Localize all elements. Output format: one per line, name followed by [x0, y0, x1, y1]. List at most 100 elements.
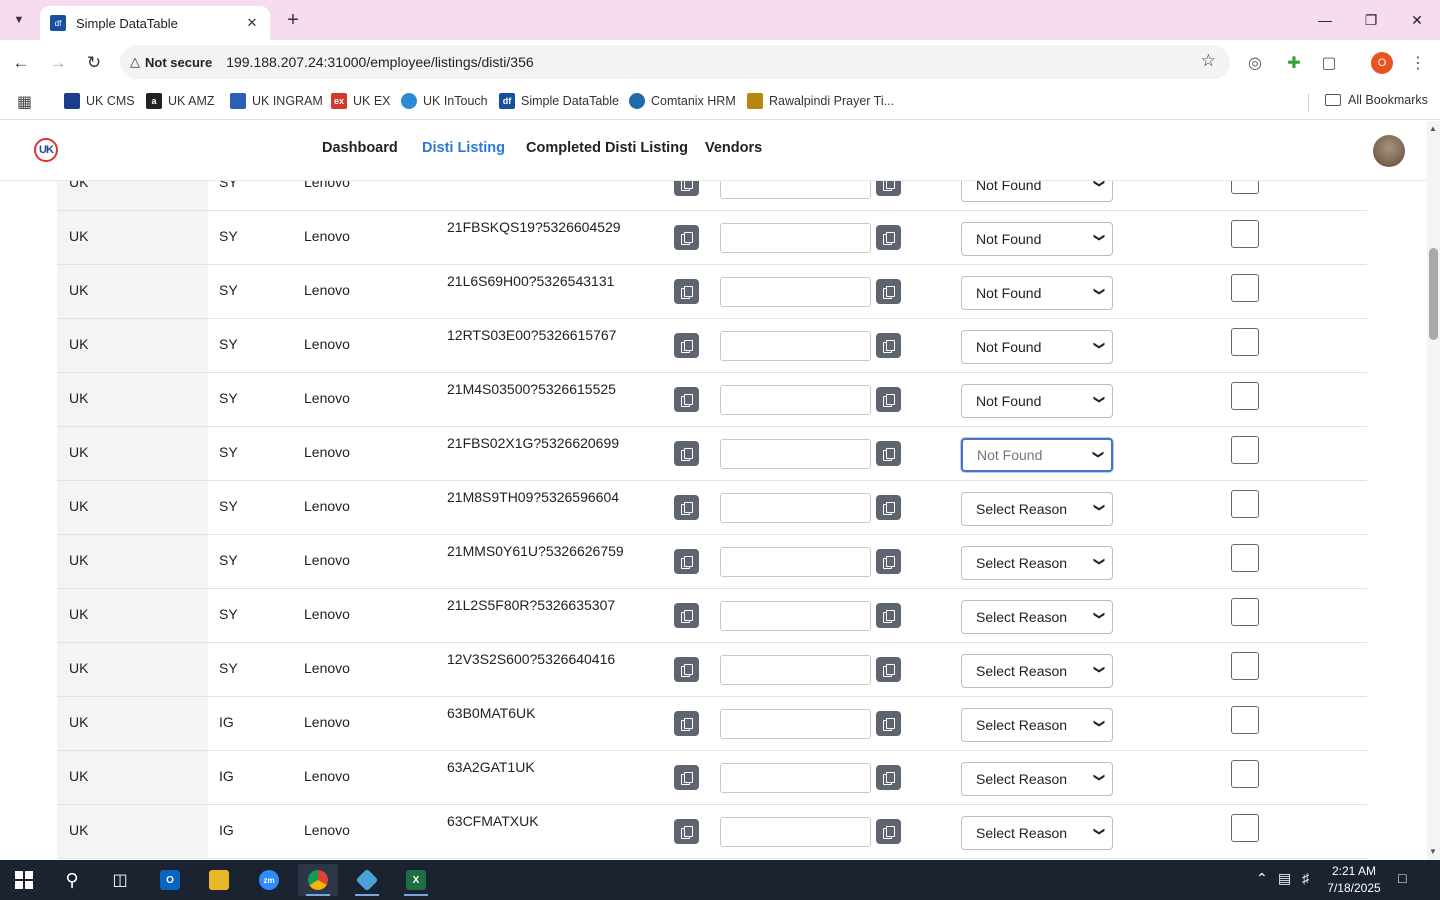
forward-arrow-icon[interactable]: → — [45, 50, 71, 76]
row-checkbox[interactable] — [1231, 544, 1259, 572]
paste-button[interactable] — [876, 225, 901, 250]
copy-sku-button[interactable] — [674, 819, 699, 844]
row-checkbox[interactable] — [1231, 436, 1259, 464]
paste-button[interactable] — [876, 495, 901, 520]
chrome-icon[interactable] — [298, 864, 338, 896]
nav-dashboard[interactable]: Dashboard — [322, 140, 398, 156]
bookmark-simple-datatable[interactable]: df Simple DataTable — [499, 93, 619, 109]
uk-logo[interactable]: UK — [34, 138, 58, 162]
nav-completed-disti-listing[interactable]: Completed Disti Listing — [526, 140, 688, 156]
copy-sku-button[interactable] — [674, 387, 699, 412]
search-icon[interactable]: ⚲ — [52, 864, 92, 896]
bookmark-uk-cms[interactable]: UK CMS — [64, 93, 135, 109]
reason-select[interactable]: Not Found ❯ — [961, 222, 1113, 256]
nav-disti-listing[interactable]: Disti Listing — [422, 140, 505, 156]
reason-select[interactable]: Select Reason ❯ — [961, 762, 1113, 796]
row-checkbox[interactable] — [1231, 652, 1259, 680]
outlook-icon[interactable]: O — [150, 864, 190, 896]
scroll-down-arrow-icon[interactable]: ▼ — [1429, 847, 1437, 856]
paste-button[interactable] — [876, 657, 901, 682]
nav-vendors[interactable]: Vendors — [705, 140, 762, 156]
file-explorer-icon[interactable] — [199, 864, 239, 896]
row-checkbox[interactable] — [1231, 382, 1259, 410]
bookmark-uk-ex[interactable]: ex UK EX — [331, 93, 391, 109]
link-input[interactable] — [720, 493, 871, 523]
paste-button[interactable] — [876, 279, 901, 304]
task-view-icon[interactable]: ◫ — [100, 864, 140, 896]
link-input[interactable] — [720, 223, 871, 253]
tab-search-chevron-icon[interactable]: ▼ — [6, 8, 32, 32]
excel-icon[interactable]: X — [396, 864, 436, 896]
browser-tab[interactable]: df Simple DataTable ✕ — [40, 6, 270, 40]
bookmark-comtanix-hrm[interactable]: Comtanix HRM — [629, 93, 736, 109]
copy-sku-button[interactable] — [674, 495, 699, 520]
row-checkbox[interactable] — [1231, 814, 1259, 842]
page-scrollbar[interactable]: ▲ ▼ — [1427, 121, 1440, 860]
reason-select[interactable]: Not Found ❯ — [961, 276, 1113, 310]
copy-sku-button[interactable] — [674, 549, 699, 574]
bookmark-prayer-times[interactable]: Rawalpindi Prayer Ti... — [747, 93, 894, 109]
url-text[interactable]: 199.188.207.24:31000/employee/listings/d… — [226, 54, 533, 70]
bookmark-uk-amz[interactable]: a UK AMZ — [146, 93, 215, 109]
profile-avatar[interactable]: O — [1371, 52, 1393, 74]
link-input[interactable] — [720, 277, 871, 307]
copy-sku-button[interactable] — [674, 441, 699, 466]
row-checkbox[interactable] — [1231, 220, 1259, 248]
link-input[interactable] — [720, 331, 871, 361]
scroll-up-arrow-icon[interactable]: ▲ — [1429, 124, 1437, 133]
link-input[interactable] — [720, 763, 871, 793]
minimize-icon[interactable]: — — [1302, 6, 1348, 34]
reason-select[interactable]: Not Found ❯ — [961, 438, 1113, 472]
all-bookmarks-button[interactable]: All Bookmarks — [1325, 93, 1428, 107]
reason-select[interactable]: Select Reason ❯ — [961, 492, 1113, 526]
apps-grid-icon[interactable]: ▦ — [17, 92, 32, 112]
reason-select[interactable]: Select Reason ❯ — [961, 708, 1113, 742]
bookmark-uk-ingram[interactable]: UK INGRAM — [230, 93, 323, 109]
paste-button[interactable] — [876, 333, 901, 358]
copy-sku-button[interactable] — [674, 711, 699, 736]
tray-chevron-up-icon[interactable]: ⌃ — [1256, 870, 1268, 887]
row-checkbox[interactable] — [1231, 328, 1259, 356]
reason-select[interactable]: Not Found ❯ — [961, 330, 1113, 364]
paste-button[interactable] — [876, 441, 901, 466]
volume-muted-icon[interactable]: ♯ — [1302, 870, 1309, 886]
bookmark-uk-intouch[interactable]: UK InTouch — [401, 93, 488, 109]
notifications-icon[interactable]: □ — [1398, 870, 1406, 886]
copy-sku-button[interactable] — [674, 225, 699, 250]
paste-button[interactable] — [876, 549, 901, 574]
extension-puzzle-green-icon[interactable]: ✚ — [1281, 50, 1307, 76]
link-input[interactable] — [720, 547, 871, 577]
windows-start-icon[interactable] — [4, 864, 44, 896]
network-icon[interactable]: ▤ — [1278, 870, 1291, 887]
row-checkbox[interactable] — [1231, 598, 1259, 626]
user-avatar[interactable] — [1373, 135, 1405, 167]
reload-icon[interactable]: ↻ — [81, 50, 107, 76]
link-input[interactable] — [720, 817, 871, 847]
reason-select[interactable]: Select Reason ❯ — [961, 546, 1113, 580]
row-checkbox[interactable] — [1231, 274, 1259, 302]
bookmark-star-icon[interactable]: ☆ — [1201, 51, 1216, 71]
copy-sku-button[interactable] — [674, 657, 699, 682]
app-diamond-icon[interactable] — [347, 864, 387, 896]
copy-sku-button[interactable] — [674, 765, 699, 790]
extensions-icon[interactable]: ▢ — [1316, 50, 1342, 76]
reason-select[interactable]: Select Reason ❯ — [961, 600, 1113, 634]
taskbar-clock[interactable]: 2:21 AM 7/18/2025 — [1322, 863, 1386, 897]
copy-sku-button[interactable] — [674, 333, 699, 358]
row-checkbox[interactable] — [1231, 490, 1259, 518]
scrollbar-thumb[interactable] — [1429, 248, 1438, 340]
copy-sku-button[interactable] — [674, 603, 699, 628]
paste-button[interactable] — [876, 711, 901, 736]
paste-button[interactable] — [876, 387, 901, 412]
copy-sku-button[interactable] — [674, 279, 699, 304]
paste-button[interactable] — [876, 603, 901, 628]
reason-select[interactable]: Not Found ❯ — [961, 384, 1113, 418]
close-window-icon[interactable]: ✕ — [1394, 6, 1440, 34]
tab-close-icon[interactable]: ✕ — [244, 15, 260, 31]
paste-button[interactable] — [876, 819, 901, 844]
row-checkbox[interactable] — [1231, 760, 1259, 788]
row-checkbox[interactable] — [1231, 706, 1259, 734]
reason-select[interactable]: Select Reason ❯ — [961, 654, 1113, 688]
link-input[interactable] — [720, 439, 871, 469]
more-menu-icon[interactable]: ⋮ — [1405, 50, 1431, 76]
